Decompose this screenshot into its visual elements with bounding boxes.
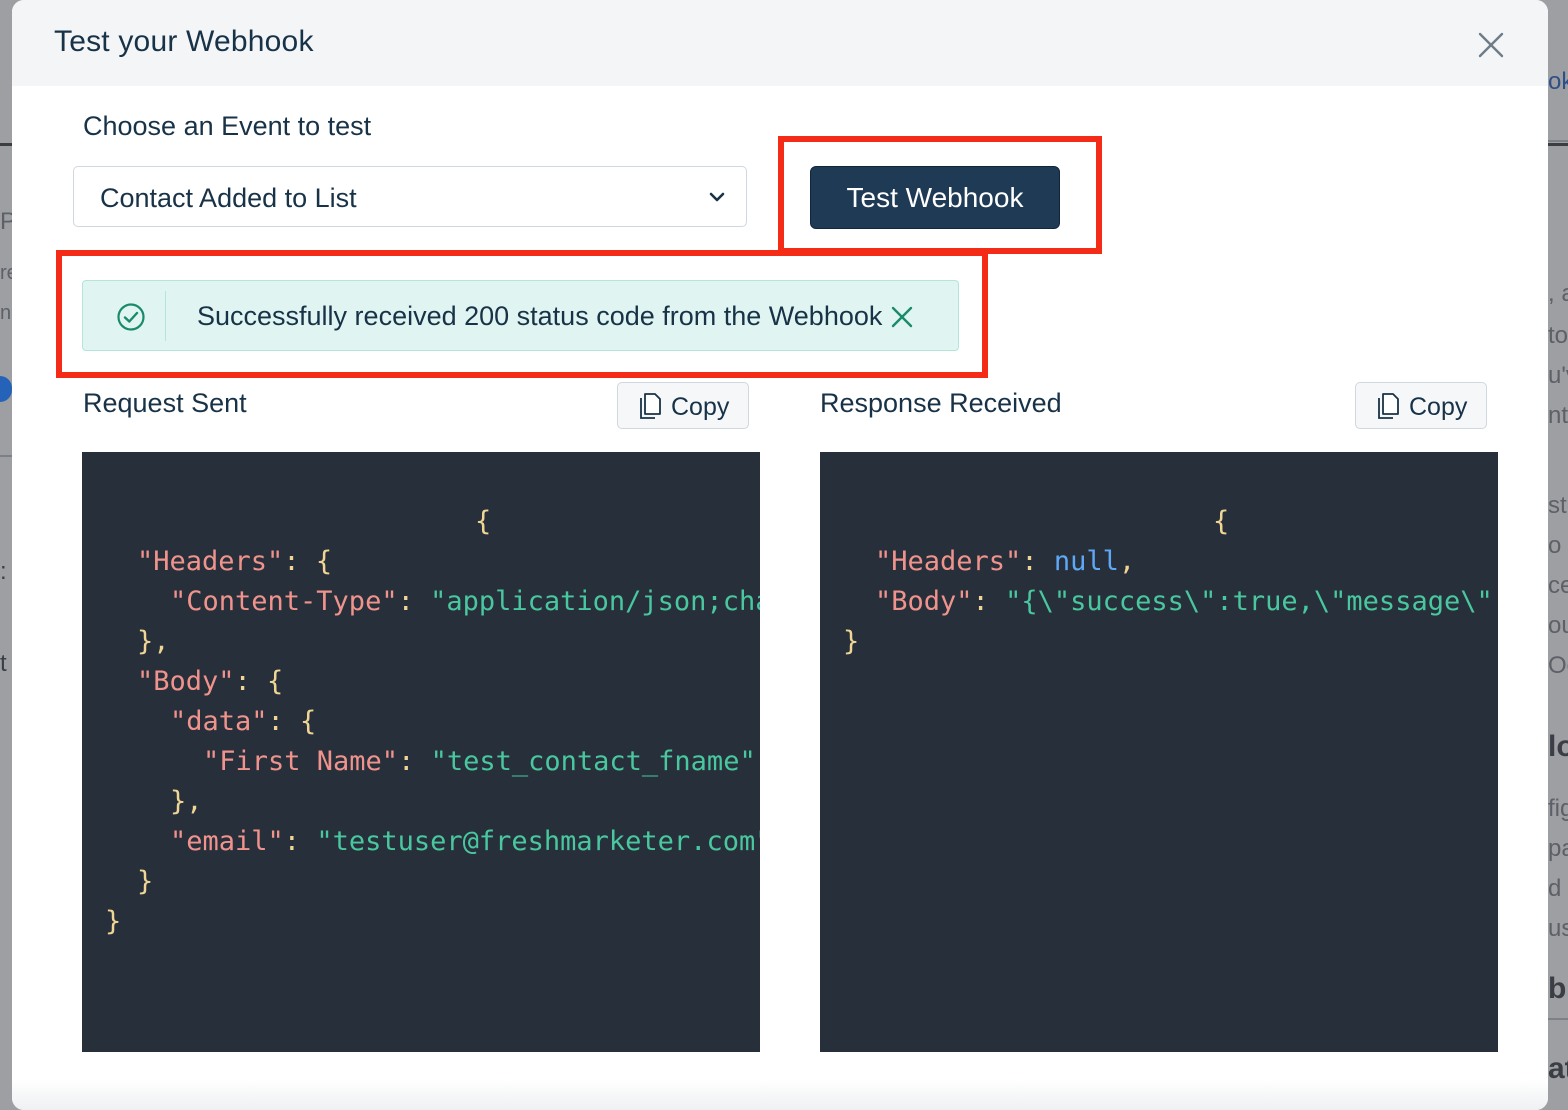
response-code-block: { "Headers": null, "Body": "{\"success\"… bbox=[820, 452, 1498, 1052]
code-key: "Body" bbox=[137, 666, 235, 697]
background-text: to bbox=[1548, 322, 1568, 349]
background-text: fig bbox=[1548, 795, 1568, 822]
background-text: pa bbox=[1548, 835, 1568, 862]
code-key: "First Name" bbox=[203, 746, 399, 777]
background-text: , a bbox=[1548, 280, 1568, 307]
code-key: "email" bbox=[170, 826, 284, 857]
background-text: nt bbox=[1548, 402, 1568, 429]
code-key: "Body" bbox=[875, 586, 973, 617]
background-text: ce bbox=[1548, 572, 1568, 599]
event-select-value: Contact Added to List bbox=[100, 183, 357, 213]
close-icon[interactable] bbox=[1478, 32, 1504, 58]
code-null: null bbox=[1053, 546, 1119, 577]
copy-request-button[interactable]: Copy bbox=[617, 382, 749, 429]
background-divider bbox=[1548, 1018, 1568, 1020]
background-text: u'v bbox=[1548, 362, 1568, 389]
code-string: "test_contact_fname" bbox=[430, 746, 756, 777]
code-key: "Headers" bbox=[875, 546, 1022, 577]
code-string: "{\"success\":true,\"message\":\"Data re… bbox=[1005, 586, 1498, 617]
code-string: "testuser@freshmarketer.com" bbox=[316, 826, 760, 857]
code-key: "Headers" bbox=[137, 546, 284, 577]
background-text: t bbox=[0, 650, 7, 677]
response-received-label: Response Received bbox=[820, 388, 1062, 418]
request-code-block: { "Headers": { "Content-Type": "applicat… bbox=[82, 452, 760, 1052]
copy-label: Copy bbox=[671, 393, 730, 421]
copy-icon bbox=[1378, 393, 1399, 419]
modal-title: Test your Webhook bbox=[54, 25, 314, 58]
background-link: ok bbox=[1548, 68, 1568, 95]
background-text: o c bbox=[1548, 532, 1568, 559]
background-text: : bbox=[0, 558, 7, 585]
copy-label: Copy bbox=[1409, 393, 1468, 421]
background-heading: ble bbox=[1548, 972, 1568, 1005]
background-heading: at bbox=[1548, 1052, 1568, 1085]
code-brace: { bbox=[1213, 506, 1230, 537]
copy-response-button[interactable]: Copy bbox=[1355, 382, 1487, 429]
background-text: Oc bbox=[1548, 652, 1568, 679]
background-divider bbox=[0, 455, 12, 457]
request-code: { "Headers": { "Content-Type": "applicat… bbox=[82, 502, 760, 942]
background-text: us bbox=[1548, 915, 1568, 942]
background-heading: lo bbox=[1548, 730, 1568, 763]
background-text: ou bbox=[1548, 612, 1568, 639]
code-brace: }, bbox=[137, 626, 170, 657]
event-select[interactable]: Contact Added to List bbox=[73, 166, 747, 227]
event-label: Choose an Event to test bbox=[83, 111, 372, 141]
code-string: "application/json;charset=utf-8" bbox=[430, 586, 760, 617]
code-brace: } bbox=[137, 866, 154, 897]
response-code: { "Headers": null, "Body": "{\"success\"… bbox=[820, 502, 1498, 662]
code-brace: } bbox=[105, 906, 122, 937]
code-brace: } bbox=[843, 626, 860, 657]
background-text: d bbox=[1548, 875, 1562, 902]
background-text: st bbox=[1548, 492, 1567, 519]
background-text: n bbox=[0, 302, 12, 324]
code-key: "data" bbox=[170, 706, 268, 737]
code-key: "Content-Type" bbox=[170, 586, 398, 617]
code-brace: { bbox=[475, 506, 492, 537]
background-divider bbox=[1548, 140, 1568, 142]
highlight-box-test-button bbox=[778, 136, 1102, 254]
code-brace: }, bbox=[170, 786, 203, 817]
chevron-down-icon bbox=[709, 192, 725, 202]
test-webhook-modal: Test your Webhook Choose an Event to tes… bbox=[12, 0, 1548, 1110]
modal-footer-shade bbox=[12, 1080, 1548, 1110]
request-sent-label: Request Sent bbox=[83, 388, 247, 418]
background-badge bbox=[0, 376, 12, 402]
modal-header: Test your Webhook bbox=[12, 0, 1548, 86]
copy-icon bbox=[640, 393, 661, 419]
highlight-box-alert bbox=[56, 250, 988, 378]
